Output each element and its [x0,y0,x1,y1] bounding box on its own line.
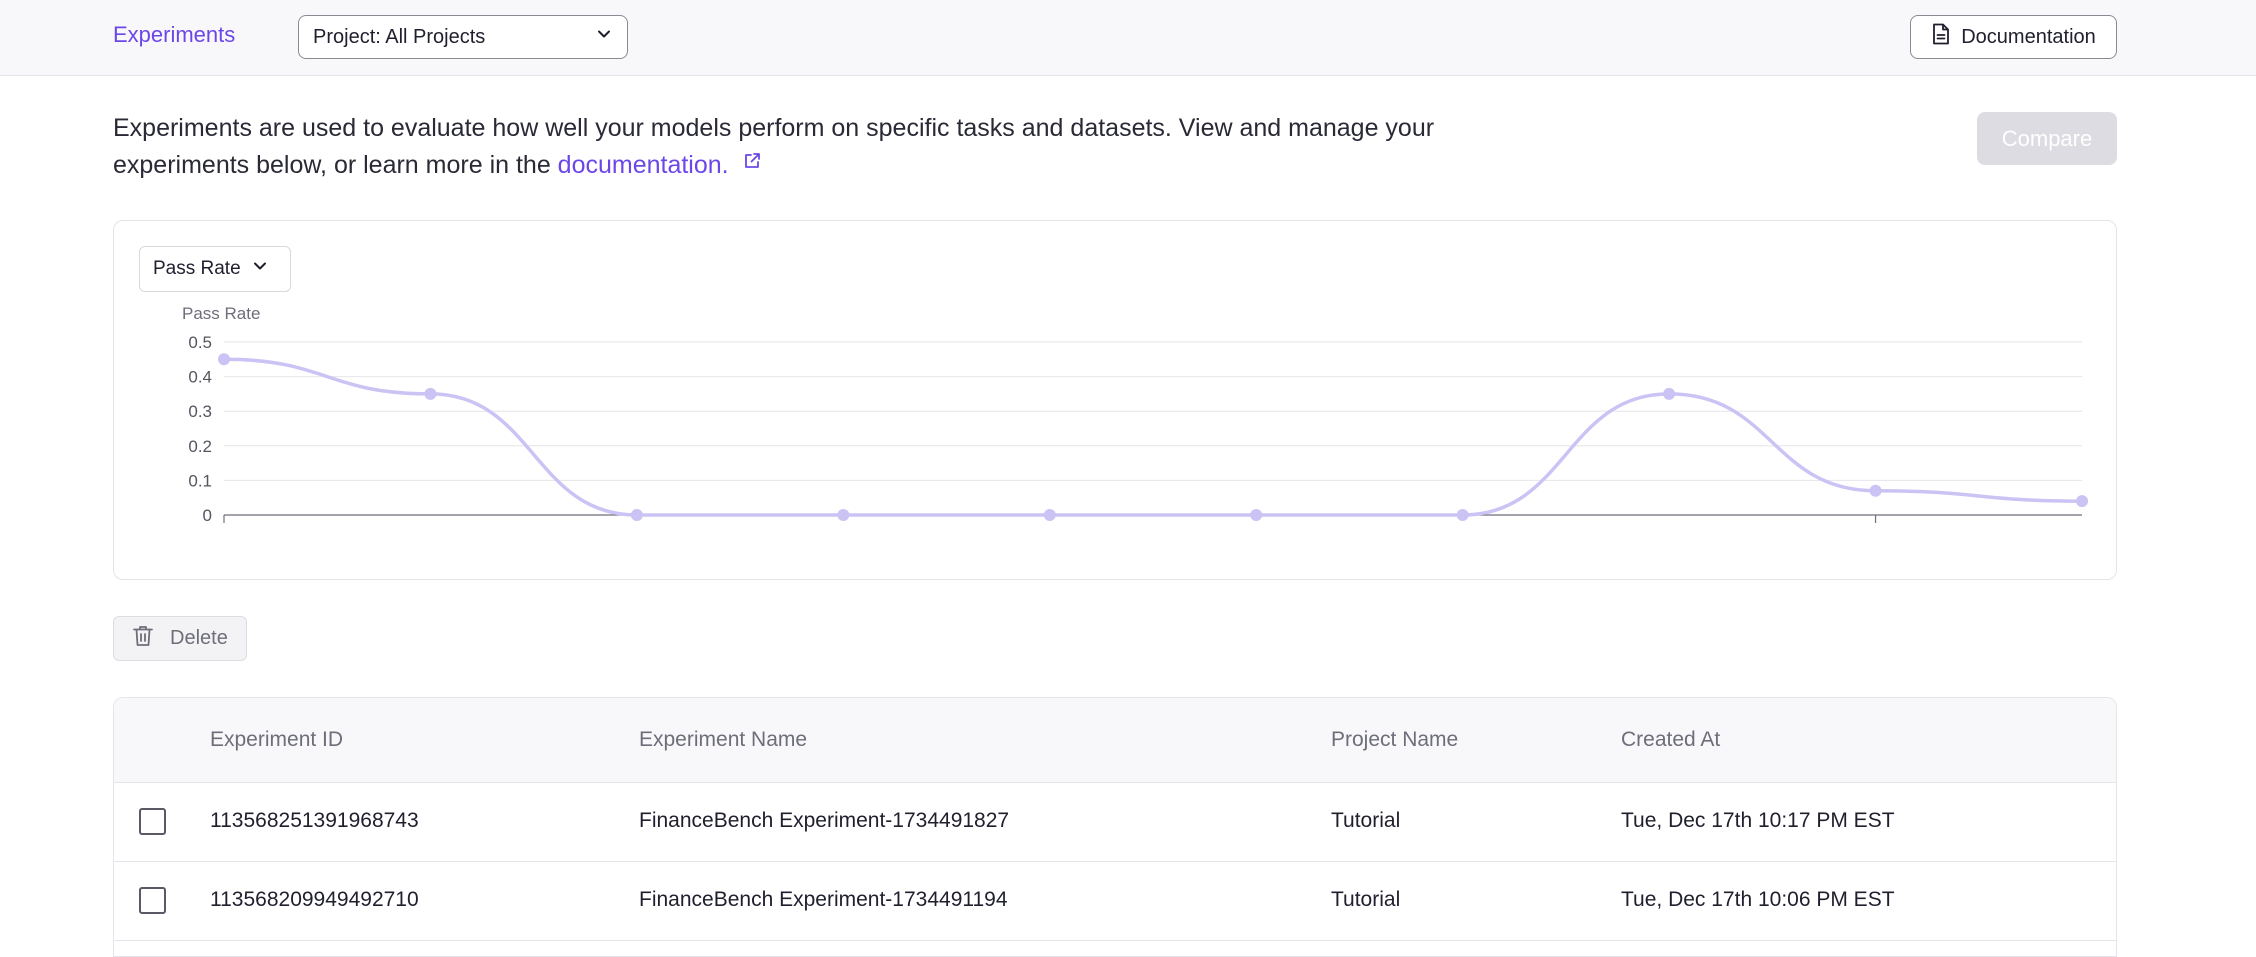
documentation-link[interactable]: documentation. [558,151,762,179]
experiments-table: Experiment ID Experiment Name Project Na… [113,697,2117,957]
data-point[interactable] [1043,509,1056,521]
nav-experiments-link[interactable]: Experiments [113,22,235,48]
row-checkbox[interactable] [139,887,166,914]
delete-label: Delete [170,627,228,649]
chart-grid [224,341,2082,481]
data-point[interactable] [630,509,643,521]
cell-project-name: Tutorial [1331,888,1401,911]
column-header-project-name[interactable]: Project Name [1331,728,1458,752]
external-link-icon [736,151,762,179]
y-tick-label: 0.3 [188,402,212,421]
chevron-down-icon [251,257,269,281]
row-checkbox[interactable] [139,808,166,835]
documentation-link-text: documentation. [557,151,729,179]
delete-button[interactable]: Delete [113,616,247,661]
project-select[interactable]: Project: All Projects [298,15,628,59]
y-tick-label: 0.4 [188,368,212,387]
data-point[interactable] [1869,484,1882,497]
table-row[interactable]: 113568209949492710 FinanceBench Experime… [114,862,2116,941]
data-point[interactable] [424,387,437,400]
pass-rate-chart: 0 0.1 0.2 0.3 0.4 0.5 Pass Rate [182,304,2088,525]
trash-icon [132,624,154,654]
document-icon [1931,23,1951,51]
chart-points [218,353,2088,521]
y-tick-label: 0.2 [188,437,212,456]
chart-card: 0 0.1 0.2 0.3 0.4 0.5 Pass Rate Pass Rate [113,220,2117,580]
cell-created-at: Tue, Dec 17th 10:06 PM EST [1621,888,1895,911]
y-tick-label: 0 [203,506,212,525]
column-header-experiment-name[interactable]: Experiment Name [639,728,807,752]
table-row[interactable]: 113568251391968743 FinanceBench Experime… [114,783,2116,862]
data-point[interactable] [1663,387,1676,400]
cell-experiment-id: 113568251391968743 [210,809,419,832]
y-tick-label: 0.5 [188,333,212,352]
top-bar: Experiments Project: All Projects Docume… [0,0,2256,76]
data-point[interactable] [2076,495,2088,508]
chevron-down-icon [595,25,613,49]
compare-button[interactable]: Compare [1977,112,2117,165]
cell-project-name: Tutorial [1331,809,1401,832]
data-point[interactable] [1456,509,1469,521]
project-select-value: Project: All Projects [313,25,486,48]
cell-experiment-name: FinanceBench Experiment-1734491194 [639,888,1008,911]
documentation-button[interactable]: Documentation [1910,15,2117,59]
table-header: Experiment ID Experiment Name Project Na… [114,698,2116,783]
data-point[interactable] [218,353,230,366]
documentation-label: Documentation [1961,25,2096,48]
cell-experiment-id: 113568209949492710 [210,888,419,911]
data-point[interactable] [1250,509,1263,521]
chart-y-ticks: 0 0.1 0.2 0.3 0.4 0.5 [188,333,212,525]
column-header-created-at[interactable]: Created At [1621,728,1720,752]
cell-created-at: Tue, Dec 17th 10:17 PM EST [1621,809,1895,832]
data-point[interactable] [837,509,850,521]
intro-text: Experiments are used to evaluate how wel… [113,110,1453,184]
metric-select-value: Pass Rate [153,258,241,279]
intro-description: Experiments are used to evaluate how wel… [113,114,1435,179]
cell-experiment-name: FinanceBench Experiment-1734491827 [639,809,1010,832]
series-line [223,357,2083,517]
metric-select[interactable]: Pass Rate [139,246,291,292]
y-tick-label: 0.1 [188,471,212,490]
y-axis-title: Pass Rate [182,304,260,323]
column-header-experiment-id[interactable]: Experiment ID [210,728,343,752]
